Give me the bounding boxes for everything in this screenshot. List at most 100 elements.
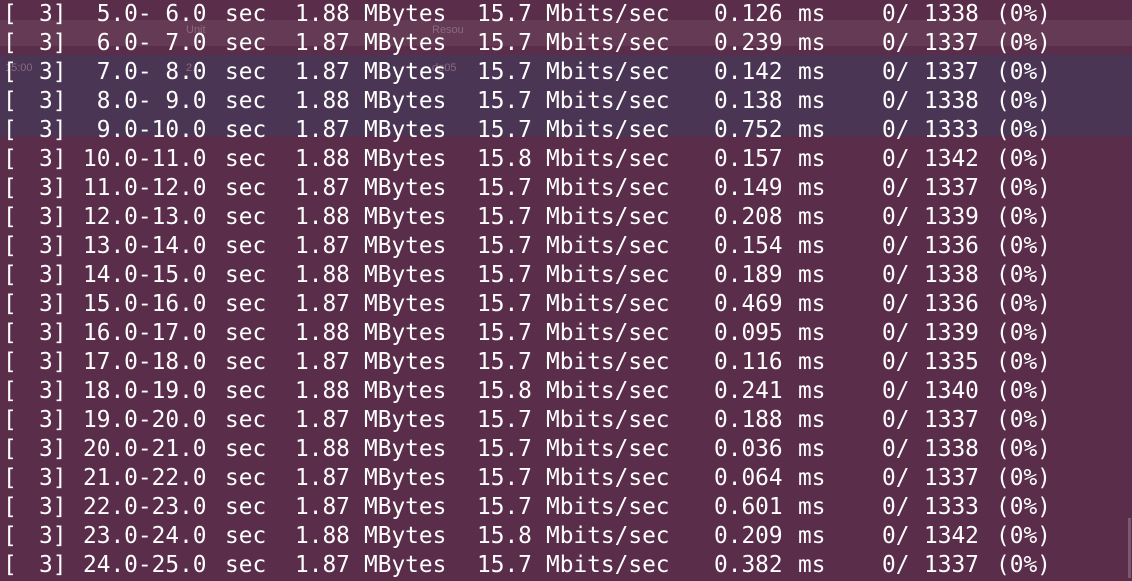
- lost-datagrams: 0/: [882, 320, 910, 346]
- stream-id: 3]: [39, 349, 67, 375]
- bandwidth: 15.7: [477, 204, 532, 230]
- interval-unit: sec: [225, 1, 267, 27]
- bracket-open: [: [3, 262, 17, 288]
- bracket-open: [: [3, 291, 17, 317]
- interval: 14.0-15.0: [83, 262, 207, 288]
- jitter: 0.138: [714, 88, 783, 114]
- jitter: 0.469: [714, 291, 783, 317]
- bandwidth: 15.7: [477, 436, 532, 462]
- bandwidth-unit: Mbits/sec: [546, 291, 670, 317]
- total-datagrams: 1339: [924, 320, 979, 346]
- transfer: 1.88: [295, 1, 350, 27]
- bandwidth: 15.8: [477, 146, 532, 172]
- lost-datagrams: 0/: [882, 204, 910, 230]
- stream-id: 3]: [39, 233, 67, 259]
- transfer-unit: MBytes: [364, 291, 447, 317]
- transfer-unit: MBytes: [364, 552, 447, 578]
- bracket-open: [: [3, 407, 17, 433]
- bandwidth: 15.7: [477, 59, 532, 85]
- total-datagrams: 1335: [924, 349, 979, 375]
- transfer: 1.87: [295, 349, 350, 375]
- interval-unit: sec: [225, 407, 267, 433]
- bracket-open: [: [3, 349, 17, 375]
- terminal-window[interactable]: Unit Resou 15:00 2... de05 [3] 5.0- 6.0 s…: [0, 0, 1132, 581]
- bandwidth: 15.7: [477, 175, 532, 201]
- jitter-unit: ms: [798, 349, 826, 375]
- stream-id: 3]: [39, 204, 67, 230]
- lost-datagrams: 0/: [882, 407, 910, 433]
- bracket-open: [: [3, 465, 17, 491]
- jitter: 0.154: [714, 233, 783, 259]
- interval: 6.0- 7.0: [83, 30, 207, 56]
- jitter-unit: ms: [798, 552, 826, 578]
- transfer-unit: MBytes: [364, 349, 447, 375]
- transfer: 1.88: [295, 262, 350, 288]
- bracket-open: [: [3, 552, 17, 578]
- jitter-unit: ms: [798, 320, 826, 346]
- jitter: 0.142: [714, 59, 783, 85]
- bandwidth-unit: Mbits/sec: [546, 59, 670, 85]
- lost-datagrams: 0/: [882, 349, 910, 375]
- jitter: 0.157: [714, 146, 783, 172]
- transfer: 1.88: [295, 320, 350, 346]
- transfer: 1.87: [295, 465, 350, 491]
- bandwidth: 15.7: [477, 552, 532, 578]
- bracket-open: [: [3, 494, 17, 520]
- bandwidth-unit: Mbits/sec: [546, 378, 670, 404]
- loss-percent: (0%): [996, 146, 1051, 172]
- jitter: 0.241: [714, 378, 783, 404]
- interval: 19.0-20.0: [83, 407, 207, 433]
- total-datagrams: 1333: [924, 494, 979, 520]
- interval-unit: sec: [225, 146, 267, 172]
- transfer: 1.87: [295, 175, 350, 201]
- bandwidth: 15.7: [477, 407, 532, 433]
- interval: 21.0-22.0: [83, 465, 207, 491]
- loss-percent: (0%): [996, 175, 1051, 201]
- interval: 12.0-13.0: [83, 204, 207, 230]
- interval: 24.0-25.0: [83, 552, 207, 578]
- bandwidth: 15.7: [477, 465, 532, 491]
- lost-datagrams: 0/: [882, 465, 910, 491]
- jitter-unit: ms: [798, 378, 826, 404]
- jitter-unit: ms: [798, 523, 826, 549]
- jitter: 0.209: [714, 523, 783, 549]
- bandwidth: 15.7: [477, 233, 532, 259]
- jitter-unit: ms: [798, 59, 826, 85]
- jitter: 0.239: [714, 30, 783, 56]
- transfer-unit: MBytes: [364, 204, 447, 230]
- loss-percent: (0%): [996, 349, 1051, 375]
- transfer: 1.87: [295, 552, 350, 578]
- transfer-unit: MBytes: [364, 465, 447, 491]
- interval: 11.0-12.0: [83, 175, 207, 201]
- jitter: 0.189: [714, 262, 783, 288]
- jitter-unit: ms: [798, 233, 826, 259]
- jitter: 0.095: [714, 320, 783, 346]
- transfer-unit: MBytes: [364, 262, 447, 288]
- bandwidth-unit: Mbits/sec: [546, 407, 670, 433]
- interval: 10.0-11.0: [83, 146, 207, 172]
- interval: 16.0-17.0: [83, 320, 207, 346]
- interval-unit: sec: [225, 436, 267, 462]
- transfer: 1.87: [295, 30, 350, 56]
- bandwidth-unit: Mbits/sec: [546, 146, 670, 172]
- jitter-unit: ms: [798, 494, 826, 520]
- transfer-unit: MBytes: [364, 436, 447, 462]
- transfer: 1.87: [295, 407, 350, 433]
- transfer: 1.87: [295, 233, 350, 259]
- lost-datagrams: 0/: [882, 59, 910, 85]
- bandwidth: 15.7: [477, 494, 532, 520]
- transfer-unit: MBytes: [364, 233, 447, 259]
- lost-datagrams: 0/: [882, 233, 910, 259]
- interval: 9.0-10.0: [83, 117, 207, 143]
- transfer-unit: MBytes: [364, 378, 447, 404]
- total-datagrams: 1338: [924, 1, 979, 27]
- scrollbar[interactable]: [1128, 518, 1131, 578]
- total-datagrams: 1333: [924, 117, 979, 143]
- bandwidth-unit: Mbits/sec: [546, 436, 670, 462]
- bandwidth-unit: Mbits/sec: [546, 494, 670, 520]
- lost-datagrams: 0/: [882, 436, 910, 462]
- transfer-unit: MBytes: [364, 59, 447, 85]
- transfer: 1.87: [295, 291, 350, 317]
- lost-datagrams: 0/: [882, 30, 910, 56]
- bandwidth-unit: Mbits/sec: [546, 233, 670, 259]
